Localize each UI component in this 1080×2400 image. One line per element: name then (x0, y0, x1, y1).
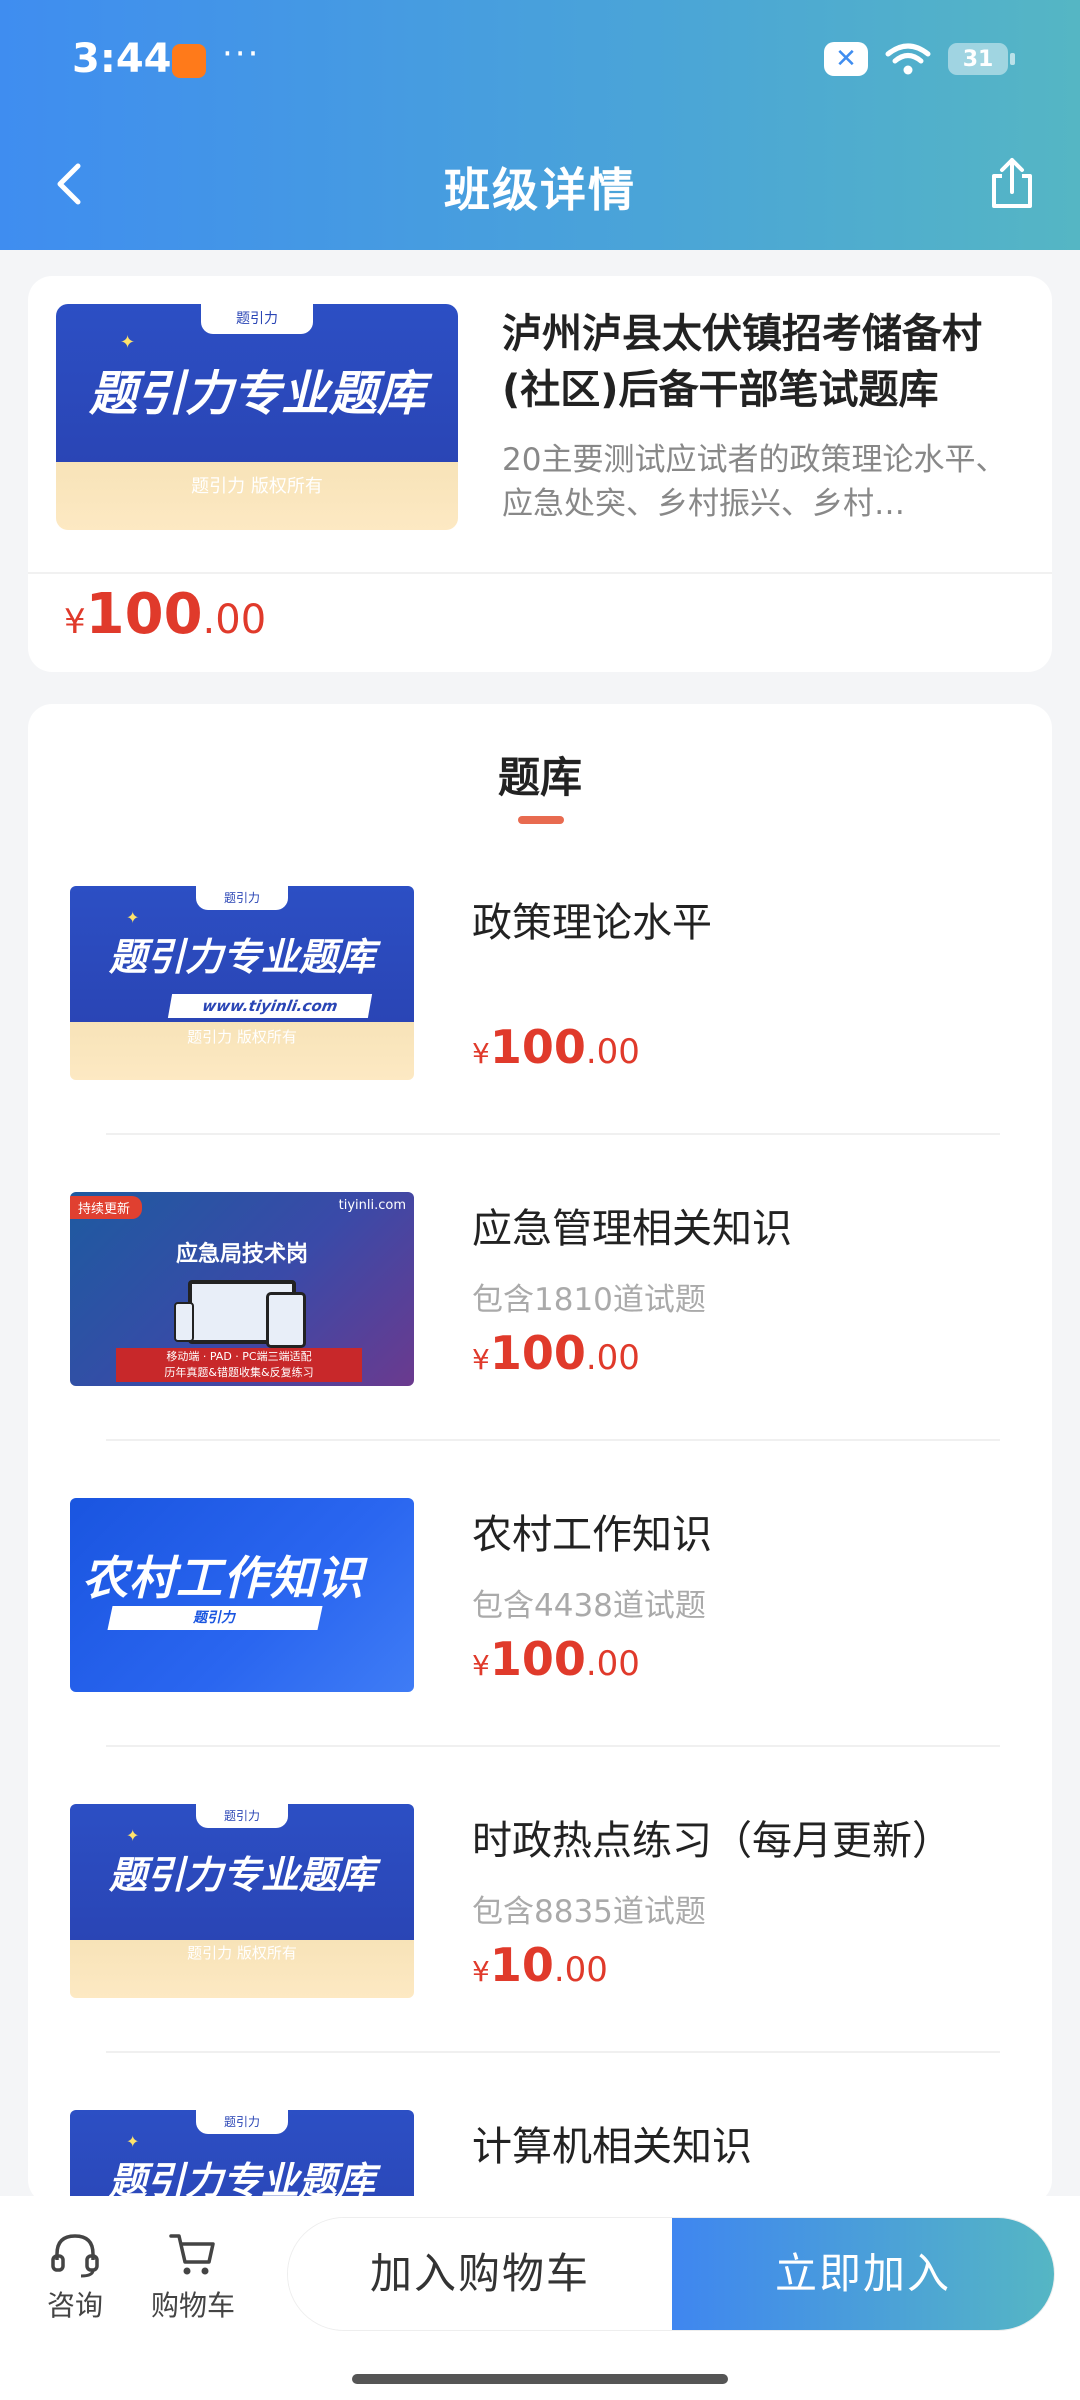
app-notification-icon (172, 44, 206, 78)
home-indicator[interactable] (352, 2374, 728, 2384)
item-name: 政策理论水平 (472, 900, 712, 946)
price-decimal: .00 (202, 597, 267, 643)
item-count: 包含8835道试题 (472, 1894, 706, 1930)
star-icon: ✦ (120, 332, 136, 353)
price-integer: 100 (489, 1632, 586, 1686)
banner-logo: 题引力 (196, 886, 288, 910)
banner-logo: 题引力 (201, 304, 313, 334)
tablet-icon (266, 1292, 306, 1348)
price-decimal: .00 (585, 1032, 640, 1072)
item-name: 时政热点练习（每月更新） (472, 1818, 952, 1864)
bottom-action-bar: 咨询 购物车 加入购物车 立即加入 (0, 2196, 1080, 2400)
star-icon: ✦ (126, 1826, 140, 1845)
cart-button[interactable]: 购物车 (138, 2230, 248, 2324)
thumb-title: 农村工作知识 (82, 1551, 364, 1605)
banner-title: 题引力专业题库 (108, 1853, 375, 1897)
item-count: 包含4438道试题 (472, 1588, 706, 1624)
star-icon: ✦ (126, 2132, 140, 2151)
divider (106, 1133, 1000, 1135)
divider (28, 572, 1052, 574)
banner-subtitle: 题引力 版权所有 (191, 476, 323, 497)
price-integer: 100 (85, 582, 203, 647)
price-integer: 100 (489, 1020, 586, 1074)
price-decimal: .00 (585, 1338, 640, 1378)
item-count: 包含1810道试题 (472, 1282, 706, 1318)
thumb-bar: 移动端 · PAD · PC端三端适配 历年真题&错题收集&反复练习 (116, 1348, 362, 1382)
price-symbol: ¥ (472, 1343, 490, 1376)
thumb-title: 应急局技术岗 (175, 1242, 308, 1267)
banner-subtitle: 题引力 版权所有 (187, 1028, 297, 1046)
item-banner: 题引力 ✦ 题引力专业题库 题引力 版权所有 (70, 1804, 414, 1998)
no-sim-icon: ✕ (824, 42, 868, 76)
item-thumbnail: 农村工作知识 题引力 (70, 1498, 414, 1692)
banner-url: www.tiyinli.com (167, 994, 373, 1018)
bank-item-policy-theory[interactable]: 题引力 ✦ 题引力专业题库 www.tiyinli.com 题引力 版权所有 政… (70, 886, 1030, 1192)
product-title: 泸州泸县太伏镇招考储备村(社区)后备干部笔试题库 (502, 311, 982, 413)
star-icon: ✦ (126, 908, 140, 927)
more-notifications-icon: ··· (222, 34, 261, 74)
cart-icon (169, 2234, 215, 2275)
divider (106, 1439, 1000, 1441)
add-to-cart-button[interactable]: 加入购物车 (288, 2218, 672, 2330)
action-buttons: 加入购物车 立即加入 (288, 2218, 1054, 2330)
item-price: ¥10.00 (472, 1938, 608, 1992)
thumb-bar-line: 历年真题&错题收集&反复练习 (164, 1366, 314, 1379)
item-name: 应急管理相关知识 (472, 1206, 792, 1252)
price-symbol: ¥ (64, 602, 86, 642)
price-decimal: .00 (553, 1950, 608, 1990)
thumb-brand: tiyinli.com (338, 1198, 406, 1213)
question-bank-section: 题库 题引力 ✦ 题引力专业题库 www.tiyinli.com 题引力 版权所… (28, 704, 1052, 2204)
cart-label: 购物车 (150, 2289, 235, 2322)
status-indicators: ✕ 31 (824, 42, 1015, 76)
status-time: 3:44 (72, 36, 172, 82)
thumb-tag: 持续更新 (70, 1196, 143, 1219)
item-banner: 题引力 ✦ 题引力专业题库 (70, 2110, 414, 2204)
product-price: ¥100.00 (64, 582, 266, 647)
battery-icon: 31 (948, 43, 1015, 75)
headset-icon (51, 2234, 99, 2278)
divider (106, 1745, 1000, 1747)
banner-logo: 题引力 (196, 1804, 288, 1828)
item-price: ¥100.00 (472, 1326, 640, 1380)
section-underline (518, 816, 564, 824)
page-title: 班级详情 (444, 163, 636, 217)
price-symbol: ¥ (472, 1955, 490, 1988)
divider (106, 2051, 1000, 2053)
consult-label: 咨询 (46, 2289, 103, 2322)
product-card: 题引力 ✦ 题引力专业题库 题引力 版权所有 泸州泸县太伏镇招考储备村(社区)后… (28, 276, 1052, 672)
price-symbol: ¥ (472, 1649, 490, 1682)
thumb-bar: 题引力 (107, 1606, 323, 1630)
nav-bar: 班级详情 (0, 130, 1080, 240)
bank-item-computer-knowledge[interactable]: 题引力 ✦ 题引力专业题库 计算机相关知识 (70, 2110, 1030, 2204)
item-thumbnail: 持续更新 tiyinli.com 应急局技术岗 移动端 · PAD · PC端三… (70, 1192, 414, 1386)
price-integer: 100 (489, 1326, 586, 1380)
thumb-bar-line: 移动端 · PAD · PC端三端适配 (166, 1350, 312, 1363)
status-bar: 3:44 ··· ✕ 31 (0, 0, 1080, 120)
section-title: 题库 (497, 753, 582, 802)
product-description: 20主要测试应试者的政策理论水平、应急处突、乡村振兴、乡村… (502, 442, 1007, 522)
phone-icon (174, 1302, 194, 1342)
banner-title: 题引力专业题库 (108, 935, 375, 979)
price-integer: 10 (489, 1938, 554, 1992)
product-banner: 题引力 ✦ 题引力专业题库 题引力 版权所有 (56, 304, 458, 530)
banner-title: 题引力专业题库 (88, 366, 425, 422)
item-name: 计算机相关知识 (472, 2124, 752, 2170)
header: 3:44 ··· ✕ 31 班级详情 (0, 0, 1080, 250)
bank-item-rural-work[interactable]: 农村工作知识 题引力 农村工作知识 包含4438道试题 ¥100.00 (70, 1498, 1030, 1804)
join-now-button[interactable]: 立即加入 (672, 2218, 1054, 2330)
wifi-icon (885, 43, 931, 75)
item-name: 农村工作知识 (472, 1512, 712, 1558)
price-symbol: ¥ (472, 1037, 490, 1070)
banner-subtitle: 题引力 版权所有 (187, 1944, 297, 1962)
bank-item-emergency-management[interactable]: 持续更新 tiyinli.com 应急局技术岗 移动端 · PAD · PC端三… (70, 1192, 1030, 1498)
item-banner: 题引力 ✦ 题引力专业题库 www.tiyinli.com 题引力 版权所有 (70, 886, 414, 1080)
item-price: ¥100.00 (472, 1632, 640, 1686)
price-decimal: .00 (585, 1644, 640, 1684)
banner-logo: 题引力 (196, 2110, 288, 2134)
share-icon[interactable] (980, 152, 1044, 216)
consult-button[interactable]: 咨询 (20, 2230, 130, 2324)
item-price: ¥100.00 (472, 1020, 640, 1074)
bank-item-current-affairs[interactable]: 题引力 ✦ 题引力专业题库 题引力 版权所有 时政热点练习（每月更新） 包含88… (70, 1804, 1030, 2110)
